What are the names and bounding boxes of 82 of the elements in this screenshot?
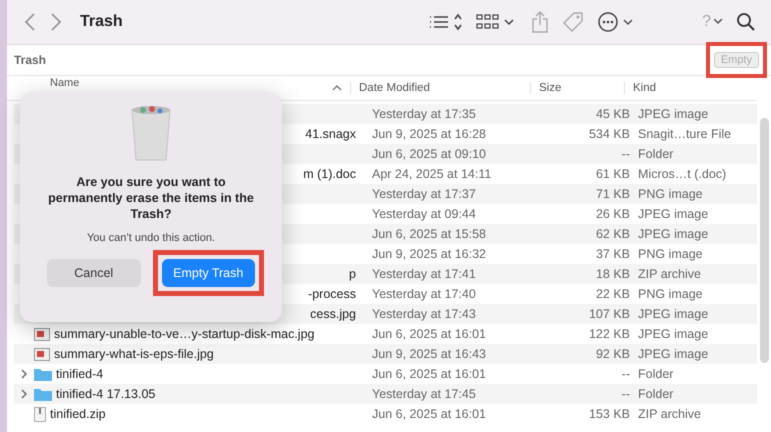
date-cell-text: Jun 6, 2025 at 16:01 <box>371 367 487 381</box>
size-cell-text: 107 KB <box>588 307 631 321</box>
kind-cell-text: Folder <box>638 367 674 381</box>
kind-cell-text: PNG image <box>638 187 704 201</box>
date-cell-text: Jun 6, 2025 at 16:01 <box>371 327 487 341</box>
file-name[interactable]: -process <box>308 287 356 301</box>
date-cell-text: Yesterday at 17:37 <box>371 187 477 201</box>
window-title: Trash <box>80 13 123 31</box>
column-header[interactable]: Name <box>50 76 80 89</box>
kind-cell-text: Micros…t (.doc) <box>638 167 728 181</box>
file-name[interactable]: cess.jpg <box>310 307 356 321</box>
file-name[interactable]: summary-what-is-eps-file.jpg <box>54 347 214 361</box>
size-cell-text: 122 KB <box>588 327 631 341</box>
kind-cell-text: ZIP archive <box>638 407 702 421</box>
date-cell-text: Yesterday at 17:45 <box>371 387 477 401</box>
size-cell-text: 45 KB <box>594 107 631 121</box>
kind-cell-text: JPEG image <box>638 227 710 241</box>
kind-cell-text: Snagit…ture File <box>638 127 732 141</box>
dialog-detail: You can’t undo this action. <box>86 232 216 244</box>
date-cell-text: Yesterday at 17:35 <box>371 107 477 121</box>
size-cell-text: 26 KB <box>594 207 631 221</box>
size-cell-text: -- <box>620 387 631 401</box>
date-cell-text: Yesterday at 17:40 <box>371 287 477 301</box>
file-name[interactable]: p <box>349 267 356 281</box>
size-cell-text: 92 KB <box>594 347 631 361</box>
image-file-icon <box>34 348 50 360</box>
size-cell-text: 18 KB <box>594 267 631 281</box>
size-cell-text: 534 KB <box>588 127 631 141</box>
folder-icon <box>34 387 52 401</box>
size-cell-text: 61 KB <box>594 167 631 181</box>
date-cell-text: Apr 24, 2025 at 14:11 <box>371 167 492 181</box>
dialog-message: Are you sure you want to permanently erase the items in the Trash? <box>47 174 255 222</box>
path-title: Trash <box>14 53 48 67</box>
disclosure-chevron-icon[interactable] <box>20 389 28 399</box>
chevron-down-icon[interactable] <box>714 19 723 25</box>
empty-trash-button[interactable]: Empty Trash <box>162 259 255 287</box>
list-view-icon[interactable] <box>430 13 462 31</box>
date-cell-text: Yesterday at 17:43 <box>371 307 477 321</box>
file-name[interactable]: tinified-4 <box>56 367 104 381</box>
trash-can-icon <box>130 104 172 162</box>
date-cell-text: Yesterday at 17:41 <box>371 267 477 281</box>
folder-icon <box>34 367 52 381</box>
date-cell-text: Jun 6, 2025 at 09:10 <box>371 147 487 161</box>
file-name[interactable]: m (1).doc <box>303 167 356 181</box>
kind-cell-text: JPEG image <box>638 207 710 221</box>
size-cell-text: -- <box>620 147 631 161</box>
image-file-icon <box>34 328 50 340</box>
file-name[interactable]: tinified.zip <box>50 407 106 421</box>
date-cell-text: Jun 6, 2025 at 16:01 <box>371 407 487 421</box>
kind-cell-text: JPEG image <box>638 347 710 361</box>
date-cell-text: Yesterday at 09:44 <box>371 207 477 221</box>
kind-cell-text: Folder <box>638 147 674 161</box>
scrollbar[interactable] <box>760 118 769 363</box>
column-header[interactable]: Kind <box>624 82 757 94</box>
file-name[interactable]: summary-unable-to-ve…y-startup-disk-mac.jpg <box>54 327 314 341</box>
file-name[interactable]: 41.snagx <box>305 127 356 141</box>
more-options-icon[interactable] <box>598 11 634 33</box>
kind-cell-text: JPEG image <box>638 307 710 321</box>
sort-ascending-icon[interactable] <box>332 85 342 91</box>
size-cell-text: 62 KB <box>594 227 631 241</box>
kind-cell-text: JPEG image <box>638 327 710 341</box>
date-cell-text: Jun 9, 2025 at 16:28 <box>371 127 487 141</box>
kind-cell-text: Folder <box>638 387 674 401</box>
date-cell-text: Jun 9, 2025 at 16:32 <box>371 247 487 261</box>
size-cell-text: 37 KB <box>594 247 631 261</box>
date-cell-text: Jun 6, 2025 at 15:58 <box>371 227 487 241</box>
column-header[interactable]: Size <box>530 82 624 94</box>
size-cell-text: 153 KB <box>588 407 631 421</box>
column-header[interactable]: Date Modified <box>350 82 530 94</box>
size-cell-text: -- <box>620 367 631 381</box>
date-cell-text: Jun 9, 2025 at 16:43 <box>371 347 487 361</box>
cancel-button[interactable]: Cancel <box>47 259 140 287</box>
disclosure-chevron-icon[interactable] <box>20 369 28 379</box>
zip-file-icon <box>34 406 46 422</box>
search-icon[interactable] <box>737 13 755 31</box>
size-cell-text: 71 KB <box>594 187 631 201</box>
file-name[interactable]: tinified-4 17.13.05 <box>56 387 156 401</box>
kind-cell-text: PNG image <box>638 287 704 301</box>
kind-cell-text: JPEG image <box>638 107 710 121</box>
kind-cell-text: PNG image <box>638 247 704 261</box>
size-cell-text: 22 KB <box>594 287 631 301</box>
kind-cell-text: ZIP archive <box>638 267 702 281</box>
